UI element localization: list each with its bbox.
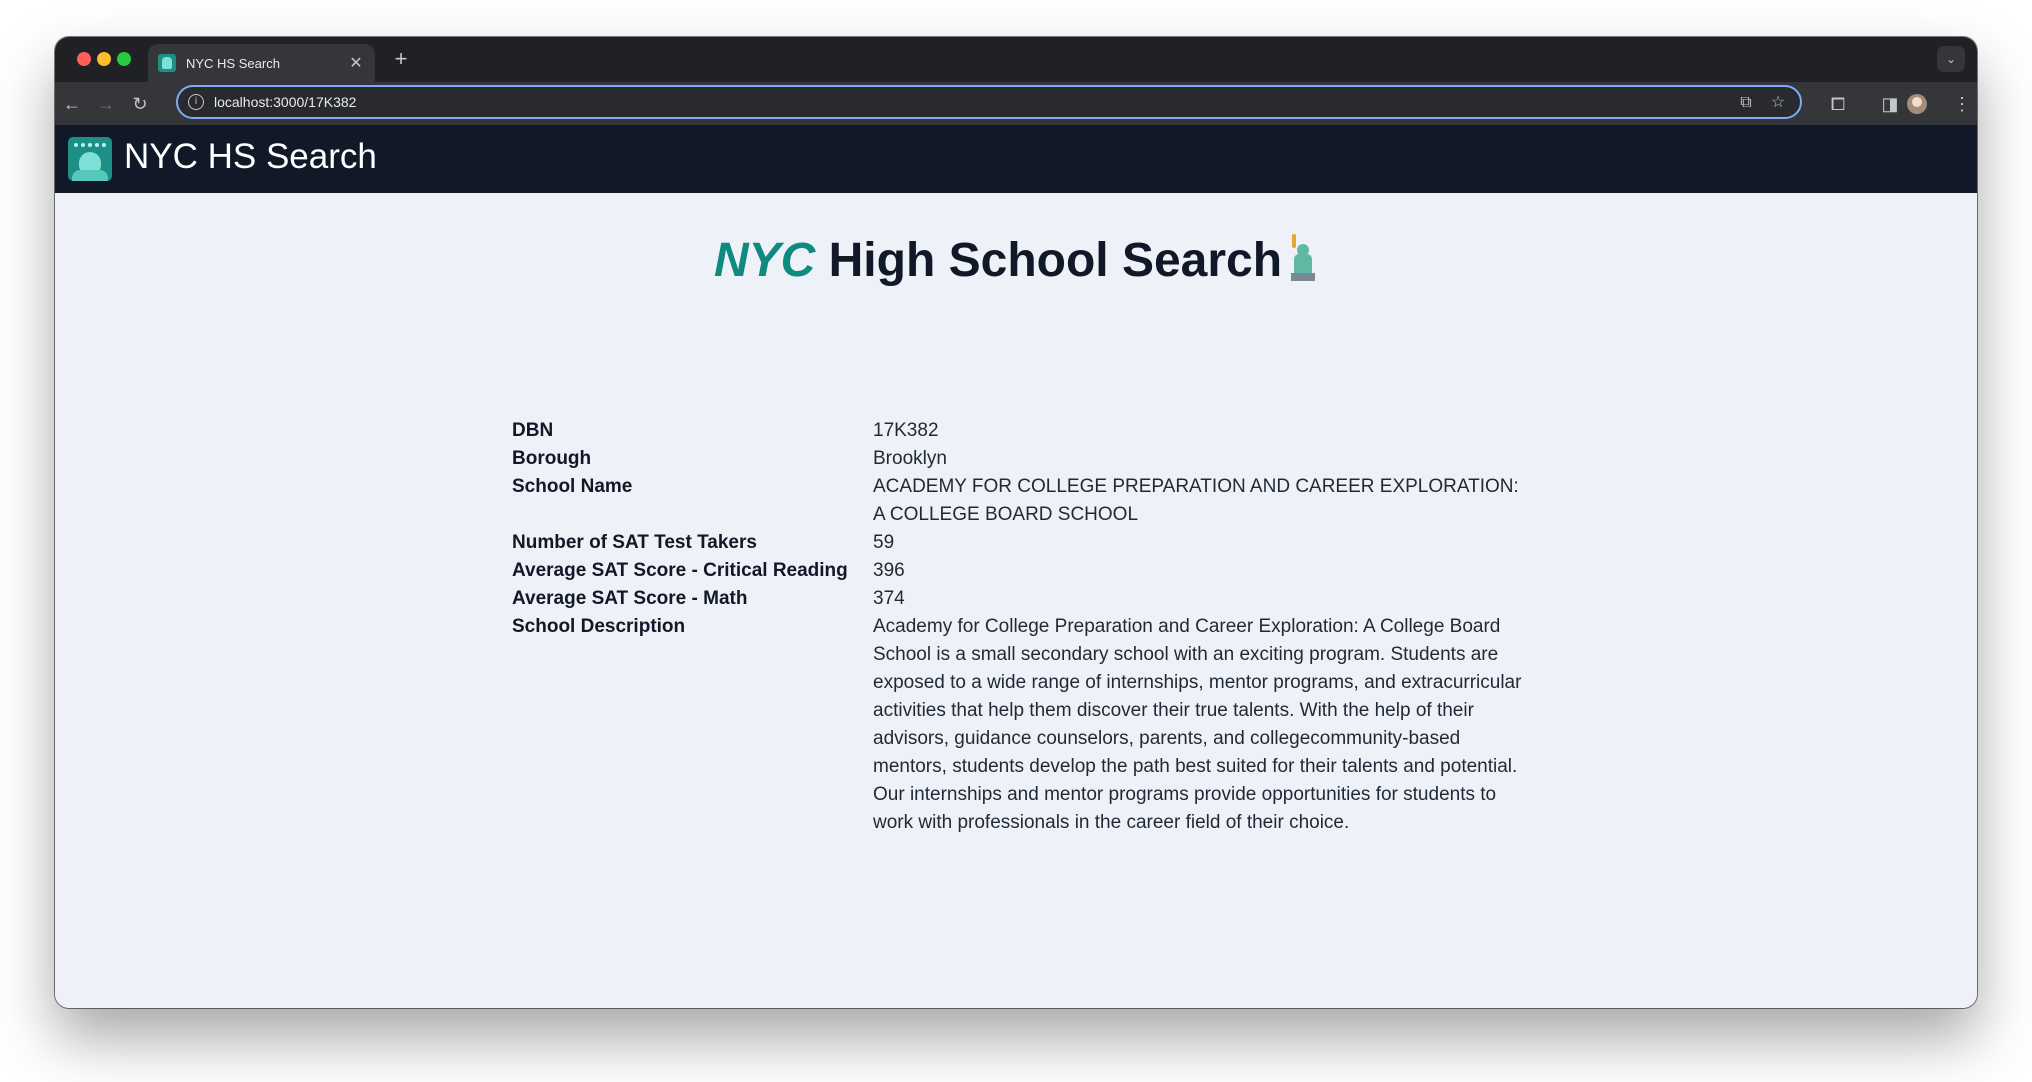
forward-icon[interactable]: → — [92, 90, 120, 118]
detail-row-sat-reading: Average SAT Score - Critical Reading 396 — [512, 557, 1522, 585]
browser-window: NYC HS Search ✕ + ⌄ ← → ↻ i localhost:30… — [55, 37, 1977, 1008]
install-app-icon[interactable]: ⧉ — [1734, 91, 1758, 115]
logo-icon[interactable] — [68, 137, 112, 181]
detail-value: Academy for College Preparation and Care… — [873, 616, 1522, 833]
detail-label: Number of SAT Test Takers — [512, 532, 757, 553]
reload-icon[interactable]: ↻ — [126, 90, 154, 118]
profile-avatar[interactable] — [1907, 94, 1927, 114]
window-minimize-button[interactable] — [97, 52, 111, 66]
page-title-rest: High School Search — [828, 234, 1283, 287]
detail-label: DBN — [512, 420, 554, 441]
detail-label: School Name — [512, 476, 633, 497]
detail-label: Average SAT Score - Critical Reading — [512, 560, 848, 581]
school-details: DBN 17K382 Borough Brooklyn School Name … — [512, 417, 1522, 837]
tab-title: NYC HS Search — [186, 55, 280, 71]
detail-row-description: School Description Academy for College P… — [512, 613, 1522, 837]
browser-toolbar: ← → ↻ i localhost:3000/17K382 ⧉ ☆ ⧠ ◨ ⋮ — [55, 82, 1977, 125]
extensions-icon[interactable]: ⧠ — [1824, 90, 1852, 118]
menu-icon[interactable]: ⋮ — [1948, 90, 1976, 118]
page-content: NYC HS Search NYC High School Search DBN… — [55, 125, 1977, 1008]
detail-value: 396 — [873, 560, 905, 581]
detail-value: ACADEMY FOR COLLEGE PREPARATION AND CARE… — [873, 476, 1519, 525]
detail-label: Borough — [512, 448, 592, 469]
url-text[interactable]: localhost:3000/17K382 — [214, 94, 356, 110]
detail-row-sat-math: Average SAT Score - Math 374 — [512, 585, 1522, 613]
detail-value: Brooklyn — [873, 448, 947, 469]
detail-value: 59 — [873, 532, 895, 553]
detail-value: 374 — [873, 588, 905, 609]
detail-row-school-name: School Name ACADEMY FOR COLLEGE PREPARAT… — [512, 473, 1522, 529]
brand-title[interactable]: NYC HS Search — [124, 137, 377, 177]
back-icon[interactable]: ← — [58, 90, 86, 118]
window-close-button[interactable] — [77, 52, 91, 66]
navbar: NYC HS Search — [55, 125, 1977, 193]
page-title-highlight: NYC — [713, 234, 816, 287]
detail-label: School Description — [512, 616, 686, 637]
new-tab-icon[interactable]: + — [388, 47, 414, 73]
detail-row-borough: Borough Brooklyn — [512, 445, 1522, 473]
page-title: NYC High School Search — [55, 233, 1977, 288]
detail-value: 17K382 — [873, 420, 939, 441]
detail-row-dbn: DBN 17K382 — [512, 417, 1522, 445]
site-info-icon[interactable]: i — [188, 94, 204, 110]
tab-search-icon[interactable]: ⌄ — [1937, 46, 1965, 72]
statue-of-liberty-icon — [1288, 234, 1318, 282]
window-maximize-button[interactable] — [117, 52, 131, 66]
close-tab-icon[interactable]: ✕ — [347, 53, 365, 73]
address-bar[interactable]: i localhost:3000/17K382 ⧉ ☆ — [176, 85, 1802, 119]
detail-label: Average SAT Score - Math — [512, 588, 748, 609]
side-panel-icon[interactable]: ◨ — [1876, 90, 1904, 118]
favicon-icon — [158, 54, 176, 72]
detail-row-sat-takers: Number of SAT Test Takers 59 — [512, 529, 1522, 557]
tab-active[interactable]: NYC HS Search ✕ — [148, 44, 375, 82]
bookmark-star-icon[interactable]: ☆ — [1766, 91, 1790, 115]
tab-strip: NYC HS Search ✕ + ⌄ — [55, 37, 1977, 82]
